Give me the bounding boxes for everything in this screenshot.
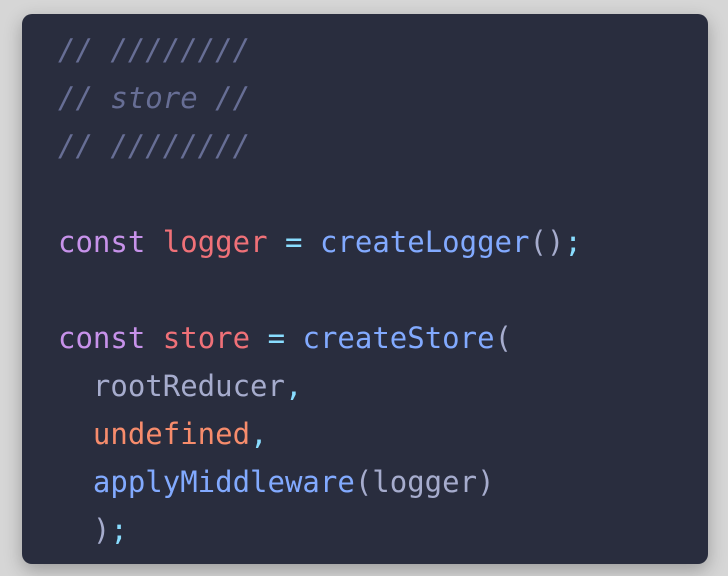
code-token-punc: ; <box>110 513 128 547</box>
code-token-fn: applyMiddleware <box>92 465 355 499</box>
code-token-ident <box>145 321 162 355</box>
code-token-paren: ) <box>92 513 111 547</box>
code-token-paren: ) <box>477 465 495 499</box>
code-token-comment: // //////// <box>58 33 251 67</box>
code-line: ); <box>58 506 582 554</box>
code-line: const store = createStore( <box>58 314 582 362</box>
code-token-paren: ( <box>494 321 513 355</box>
code-token-comment: // store // <box>58 81 251 115</box>
code-token-comment: // //////// <box>58 129 251 163</box>
code-token-kw: const <box>58 321 146 355</box>
code-token-punc: ; <box>564 225 582 259</box>
code-line: rootReducer, <box>58 362 582 410</box>
code-line: const logger = createLogger(); <box>58 218 582 266</box>
code-token-fn: createStore <box>302 321 495 355</box>
code-token-var: logger <box>162 225 268 259</box>
code-token-ident <box>58 513 93 547</box>
code-snippet-window: // //////// // store // // //////// const l… <box>22 14 708 564</box>
code-token-paren: ( <box>354 465 373 499</box>
code-token-ident <box>285 321 302 355</box>
code-token-op: = <box>285 225 303 259</box>
code-token-ident <box>58 417 93 451</box>
code-token-punc: , <box>284 369 303 403</box>
code-line: // //////// <box>58 122 582 170</box>
code-token-ident <box>58 465 93 499</box>
code-line: // store // <box>58 74 582 122</box>
code-token-fn: createLogger <box>319 225 530 259</box>
code-line: applyMiddleware(logger) <box>58 458 582 506</box>
code-token-ident: logger <box>372 465 478 499</box>
code-token-ident <box>145 225 162 259</box>
code-token-paren: () <box>529 225 565 259</box>
code-line: undefined, <box>58 410 582 458</box>
code-token-ident <box>58 369 93 403</box>
code-token-ident: rootReducer <box>92 369 285 403</box>
code-token-kw: const <box>58 225 146 259</box>
code-token-op: = <box>267 321 286 355</box>
code-token-const: undefined <box>92 417 251 451</box>
code-line: // //////// <box>58 26 582 74</box>
code-token-ident <box>302 225 319 259</box>
code-block: // //////// // store // // //////// const l… <box>58 26 582 554</box>
code-token-ident <box>250 321 267 355</box>
code-token-var: store <box>162 321 251 355</box>
code-token-punc: , <box>250 417 268 451</box>
code-token-ident <box>268 225 285 259</box>
